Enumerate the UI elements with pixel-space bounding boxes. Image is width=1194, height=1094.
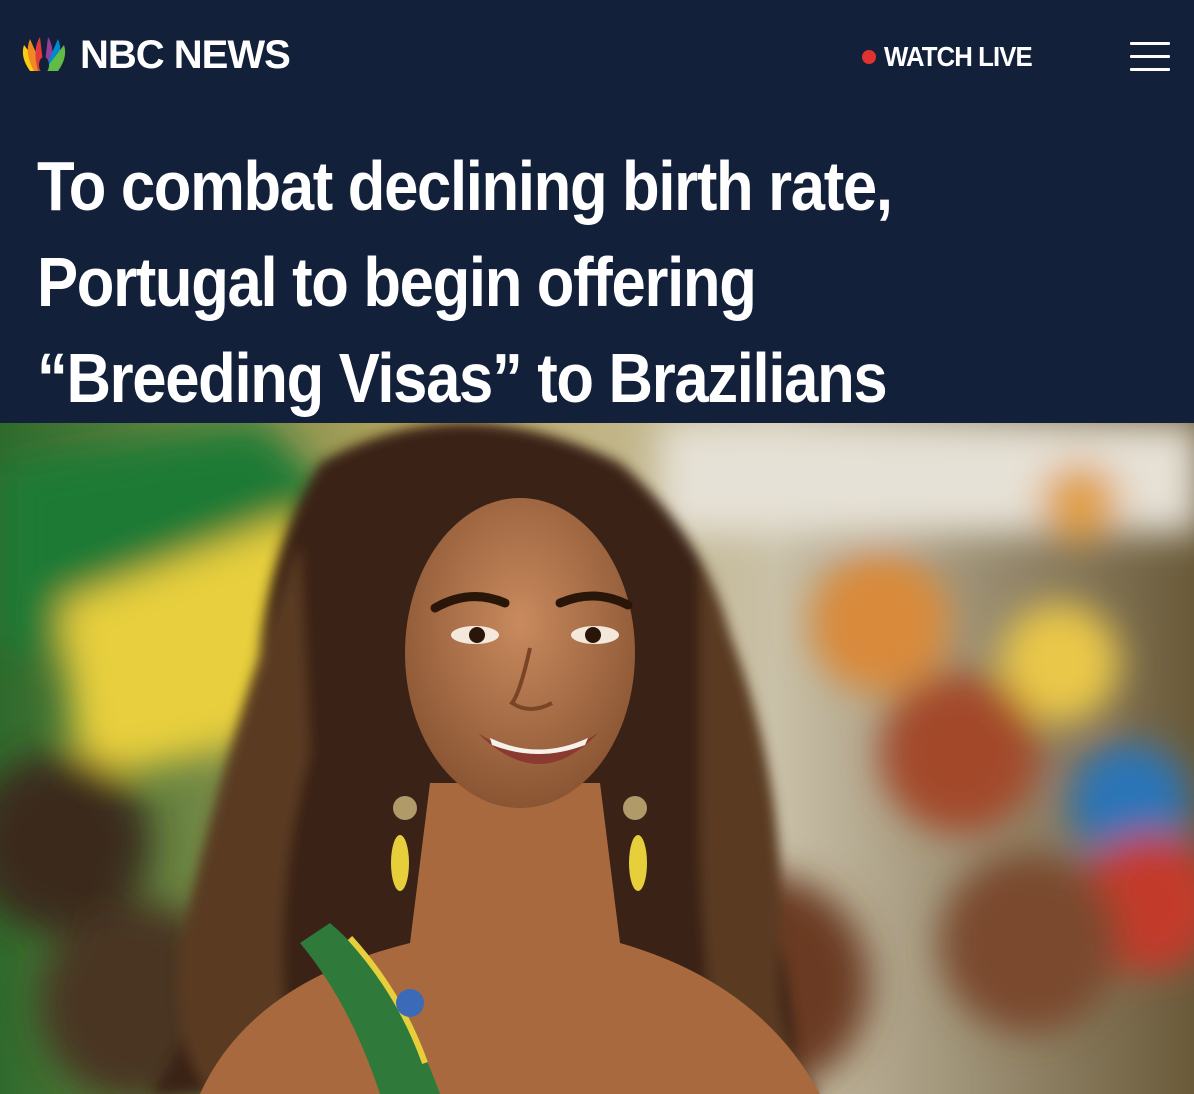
site-header: NBC NEWS WATCH LIVE — [0, 0, 1194, 112]
headline-section: To combat declining birth rate, Portugal… — [0, 112, 1194, 423]
live-indicator-icon — [862, 50, 876, 64]
hero-image[interactable] — [0, 423, 1194, 1094]
hamburger-menu-icon[interactable] — [1130, 40, 1170, 74]
brand-name: NBC NEWS — [80, 33, 291, 77]
nbc-news-logo[interactable]: NBC NEWS — [16, 33, 291, 77]
hero-photo-illustration — [0, 423, 1194, 1094]
peacock-icon — [22, 37, 66, 73]
watch-live-button[interactable]: WATCH LIVE — [862, 40, 1045, 74]
watch-live-label: WATCH LIVE — [884, 41, 1033, 72]
article-headline[interactable]: To combat declining birth rate, Portugal… — [37, 138, 1023, 426]
